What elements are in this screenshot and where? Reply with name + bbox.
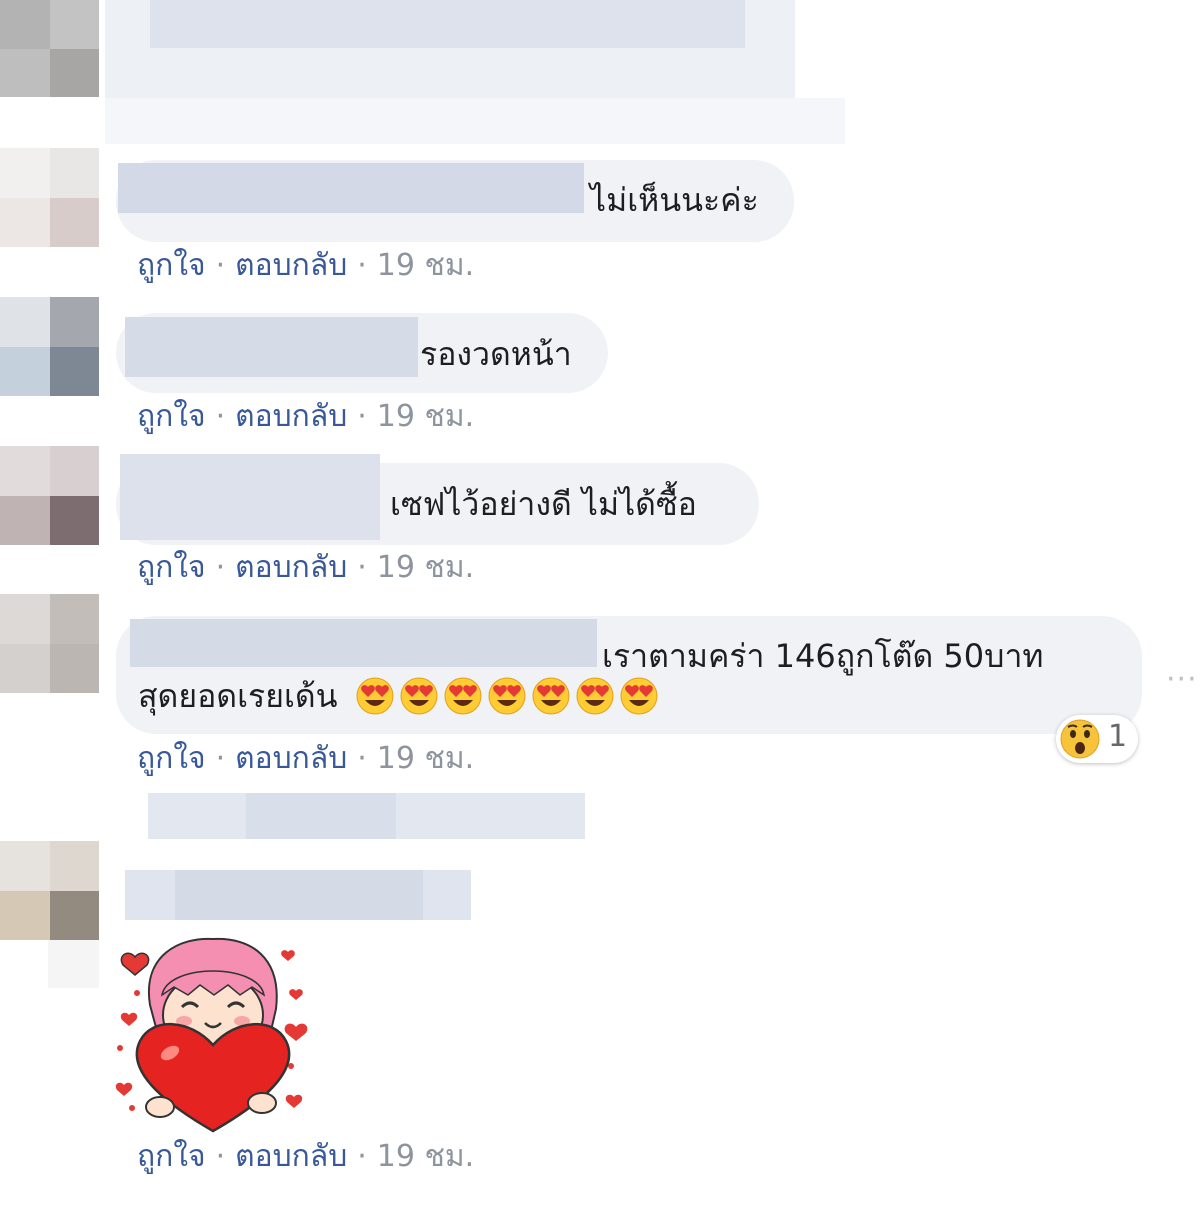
separator: · [357, 741, 367, 776]
avatar[interactable] [0, 148, 99, 247]
reply-link[interactable]: ตอบกลับ [235, 248, 347, 283]
timestamp[interactable]: 19 ชม. [377, 399, 474, 434]
censored-name[interactable] [130, 619, 597, 667]
comment-text-line2: สุดยอดเรยเด้น [138, 676, 663, 716]
comment-actions: ถูกใจ · ตอบกลับ · 19 ชม. [137, 397, 474, 437]
like-link[interactable]: ถูกใจ [137, 399, 206, 434]
timestamp[interactable]: 19 ชม. [377, 248, 474, 283]
separator: · [357, 550, 367, 585]
comment-actions: ถูกใจ · ตอบกลับ · 19 ชม. [137, 739, 474, 779]
wow-emoji-icon[interactable] [1059, 718, 1101, 760]
emoji-row [355, 677, 663, 715]
separator: · [215, 399, 226, 434]
separator: · [215, 741, 226, 776]
censored-avatar-extra [48, 940, 99, 988]
censored-name[interactable] [125, 317, 418, 377]
like-link[interactable]: ถูกใจ [137, 1139, 206, 1174]
avatar[interactable] [0, 0, 99, 97]
like-link[interactable]: ถูกใจ [137, 741, 206, 776]
separator: · [357, 248, 367, 283]
comment-text: เซฟไว้อย่างดี ไม่ได้ซื้อ [390, 485, 697, 523]
avatar[interactable] [0, 446, 99, 545]
comment-text: สุดยอดเรยเด้น [138, 677, 338, 715]
heart-eyes-emoji-icon [400, 677, 438, 715]
censored-text [105, 98, 845, 144]
comment-text: รองวดหน้า [420, 335, 572, 373]
reaction-count[interactable]: 1 [1108, 715, 1127, 759]
timestamp[interactable]: 19 ชม. [377, 741, 474, 776]
censored-name [150, 0, 745, 48]
censored-name[interactable] [120, 454, 380, 540]
heart-eyes-emoji-icon [444, 677, 482, 715]
reply-link[interactable]: ตอบกลับ [235, 399, 347, 434]
more-options-button[interactable]: ··· [1166, 662, 1198, 697]
avatar[interactable] [0, 297, 99, 396]
comment-actions: ถูกใจ · ตอบกลับ · 19 ชม. [137, 246, 474, 286]
separator: · [215, 550, 226, 585]
heart-eyes-emoji-icon [532, 677, 570, 715]
separator: · [357, 399, 367, 434]
avatar[interactable] [0, 594, 99, 693]
separator: · [215, 248, 226, 283]
separator: · [215, 1139, 226, 1174]
like-link[interactable]: ถูกใจ [137, 248, 206, 283]
timestamp[interactable]: 19 ชม. [377, 550, 474, 585]
reply-link[interactable]: ตอบกลับ [235, 741, 347, 776]
avatar[interactable] [0, 841, 99, 940]
timestamp[interactable]: 19 ชม. [377, 1139, 474, 1174]
comment-text: เราตามคร่า 146ถูกโต๊ด 50บาท [602, 637, 1044, 675]
heart-eyes-emoji-icon [488, 677, 526, 715]
heart-eyes-emoji-icon [620, 677, 658, 715]
censored-replies-link [246, 793, 396, 839]
separator: · [357, 1139, 367, 1174]
reply-link[interactable]: ตอบกลับ [235, 1139, 347, 1174]
reply-link[interactable]: ตอบกลับ [235, 550, 347, 585]
like-link[interactable]: ถูกใจ [137, 550, 206, 585]
comment-actions: ถูกใจ · ตอบกลับ · 19 ชม. [137, 1137, 474, 1177]
girl-hugging-heart-sticker [115, 937, 308, 1133]
heart-eyes-emoji-icon [356, 677, 394, 715]
comment-text: ไม่เห็นนะค่ะ [590, 181, 759, 219]
comment-actions: ถูกใจ · ตอบกลับ · 19 ชม. [137, 548, 474, 588]
heart-eyes-emoji-icon [576, 677, 614, 715]
censored-name [175, 870, 423, 920]
censored-name[interactable] [118, 163, 584, 213]
